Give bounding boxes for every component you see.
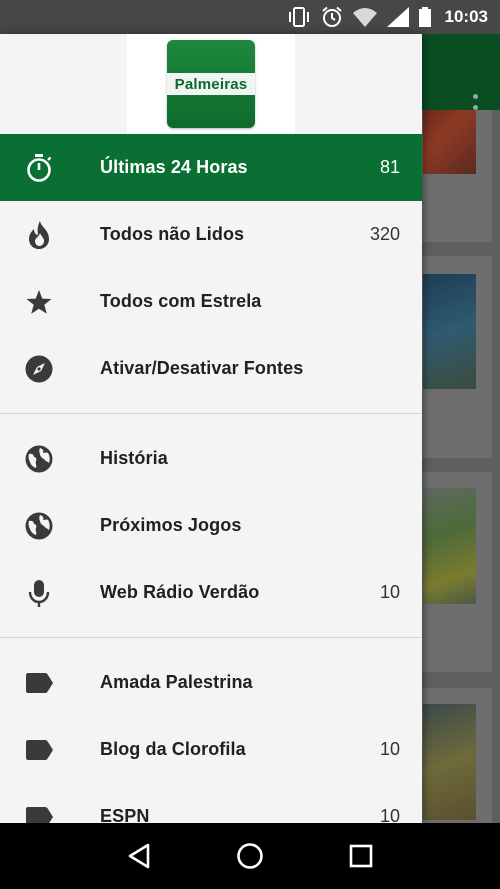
compass-icon [24,354,54,384]
drawer-menu: Últimas 24 Horas 81 Todos não Lidos 320 Todo… [0,134,422,823]
alarm-icon [321,6,342,27]
recents-icon [349,844,372,868]
back-button[interactable] [119,836,159,876]
background-thumbnail [423,488,476,604]
home-icon [237,843,263,869]
label-icon [24,668,54,698]
drawer-item-count: 10 [379,582,400,602]
background-thumbnail [423,110,476,174]
drawer-item-label: ESPN [100,806,150,823]
menu-divider [0,637,422,638]
drawer-item-todos-nao-lidos[interactable]: Todos não Lidos 320 [0,201,422,268]
drawer-header: Palmeiras [0,34,422,134]
drawer-item-label: Blog da Clorofila [100,739,246,759]
palmeiras-logo: Palmeiras [167,40,255,128]
star-icon [24,287,54,317]
drawer-item-label: Web Rádio Verdão [100,582,260,602]
system-navigation-bar [0,823,500,889]
globe-icon [24,511,54,541]
timer-icon [24,153,54,183]
drawer-item-ultimas-24-horas[interactable]: Últimas 24 Horas 81 [0,134,422,201]
drawer-item-label: História [100,448,168,468]
drawer-item-label: Últimas 24 Horas [100,157,248,177]
drawer-item-proximos-jogos[interactable]: Próximos Jogos [0,492,422,559]
menu-divider [0,413,422,414]
drawer-item-label: Amada Palestrina [100,672,253,692]
drawer-item-count: 10 [379,739,400,759]
drawer-item-label: Todos com Estrela [100,291,262,311]
app-logo-container: Palmeiras [127,34,295,134]
navigation-drawer: Palmeiras Últimas 24 Horas 81 Todos não Li… [0,34,422,823]
home-button[interactable] [230,836,270,876]
recents-button[interactable] [341,836,381,876]
logo-text: Palmeiras [167,73,255,95]
background-thumbnail [423,274,476,389]
battery-icon [418,7,431,27]
vibrate-icon [288,7,309,27]
drawer-item-count: 320 [369,224,400,244]
drawer-item-blog-da-clorofila[interactable]: Blog da Clorofila 10 [0,716,422,783]
drawer-item-espn[interactable]: ESPN 10 [0,783,422,823]
drawer-item-count: 81 [379,157,400,177]
fire-icon [24,220,54,250]
drawer-item-amada-palestrina[interactable]: Amada Palestrina [0,649,422,716]
drawer-item-ativar-desativar-fontes[interactable]: Ativar/Desativar Fontes [0,335,422,402]
status-time: 10:03 [444,7,488,26]
drawer-item-historia[interactable]: História [0,425,422,492]
label-icon [24,735,54,765]
label-icon [24,802,54,823]
drawer-item-label: Ativar/Desativar Fontes [100,358,304,378]
drawer-item-label: Próximos Jogos [100,515,242,535]
drawer-item-count: 10 [379,806,400,823]
microphone-icon [24,578,54,608]
background-thumbnail [423,704,476,820]
drawer-item-web-radio-verdao[interactable]: Web Rádio Verdão 10 [0,559,422,626]
back-icon [129,843,150,869]
status-bar: 10:03 [0,0,500,34]
drawer-item-todos-com-estrela[interactable]: Todos com Estrela [0,268,422,335]
drawer-item-label: Todos não Lidos [100,224,245,244]
globe-icon [24,444,54,474]
wifi-icon [352,8,377,27]
signal-icon [386,7,409,27]
